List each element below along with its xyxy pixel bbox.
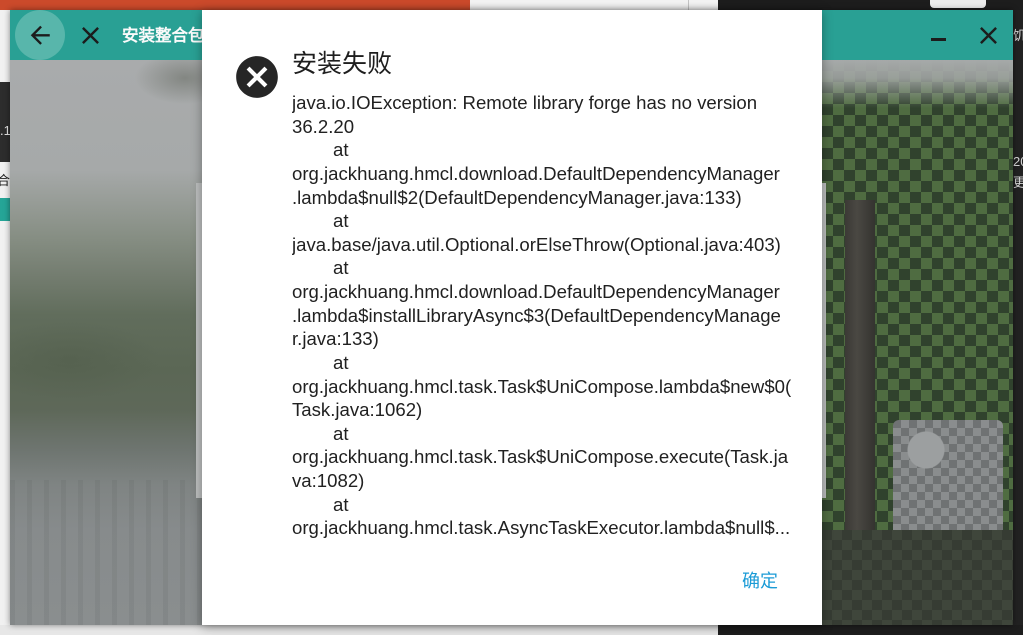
window-title: 安装整合包 — [122, 27, 205, 45]
background-divider — [688, 0, 689, 10]
back-button[interactable] — [15, 10, 65, 60]
close-icon — [980, 27, 997, 44]
close-icon — [82, 26, 99, 44]
background-window-right-edge: 饥 20 更 — [1013, 10, 1023, 625]
error-dialog: 安装失败 java.io.IOException: Remote library… — [202, 10, 822, 625]
message-line: at — [333, 139, 349, 161]
background-text-fragment: 饥 — [1013, 28, 1023, 43]
message-line: r.java:133) — [292, 328, 379, 350]
message-line: at — [333, 351, 349, 373]
background-rabbit — [893, 420, 1003, 540]
background-water — [10, 480, 210, 625]
message-line: va:1082) — [292, 470, 365, 491]
background-text-fragment: 更 — [1013, 175, 1023, 190]
message-line: at — [333, 493, 349, 515]
message-line: org.jackhuang.hmcl.task.Task$UniCompose.… — [292, 375, 792, 397]
background-window-bottom — [0, 625, 718, 635]
background-scene-foliage — [822, 60, 1013, 625]
background-window-strip-light — [470, 0, 718, 10]
message-line: .lambda$installLibraryAsync$3(DefaultDep… — [292, 304, 781, 326]
background-window-left-edge: .1 合 — [0, 10, 10, 625]
message-line: org.jackhuang.hmcl.download.DefaultDepen… — [292, 281, 780, 302]
message-line: org.jackhuang.hmcl.task.Task$UniCompose.… — [292, 446, 789, 468]
background-window-strip — [0, 0, 470, 10]
background-text-fragment: 20 — [1013, 154, 1023, 169]
background-dark-block — [0, 82, 10, 162]
message-line: org.jackhuang.hmcl.download.DefaultDepen… — [292, 162, 780, 184]
message-line: at — [333, 257, 349, 279]
message-line: at — [333, 422, 349, 444]
message-line: java.base/java.util.Optional.orElseThrow… — [292, 233, 781, 255]
message-line: 36.2.20 — [292, 115, 355, 137]
background-ground — [822, 530, 1013, 625]
confirm-button[interactable]: 确定 — [728, 563, 792, 599]
window-close-button[interactable] — [969, 16, 1009, 56]
minimize-button[interactable] — [919, 15, 959, 55]
close-page-button[interactable] — [71, 15, 111, 55]
background-scene-left — [10, 60, 210, 625]
background-app-icon — [930, 0, 986, 8]
message-line: at — [333, 210, 349, 232]
message-line: .lambda$null$2(DefaultDependencyManager.… — [292, 186, 742, 208]
error-message: java.io.IOException: Remote library forg… — [292, 91, 804, 540]
background-tree-trunk — [845, 200, 875, 530]
background-teal-block — [0, 198, 10, 221]
message-line: Task.java:1062) — [292, 399, 423, 421]
arrow-left-icon — [30, 25, 50, 45]
error-icon — [236, 56, 278, 98]
message-line: org.jackhuang.hmcl.task.AsyncTaskExecuto… — [292, 517, 791, 539]
minimize-icon — [931, 38, 946, 41]
background-text-fragment: 合 — [0, 173, 10, 188]
dialog-title: 安装失败 — [292, 50, 393, 78]
message-line: java.io.IOException: Remote library forg… — [292, 92, 758, 113]
background-text-fragment: .1 — [0, 123, 10, 138]
